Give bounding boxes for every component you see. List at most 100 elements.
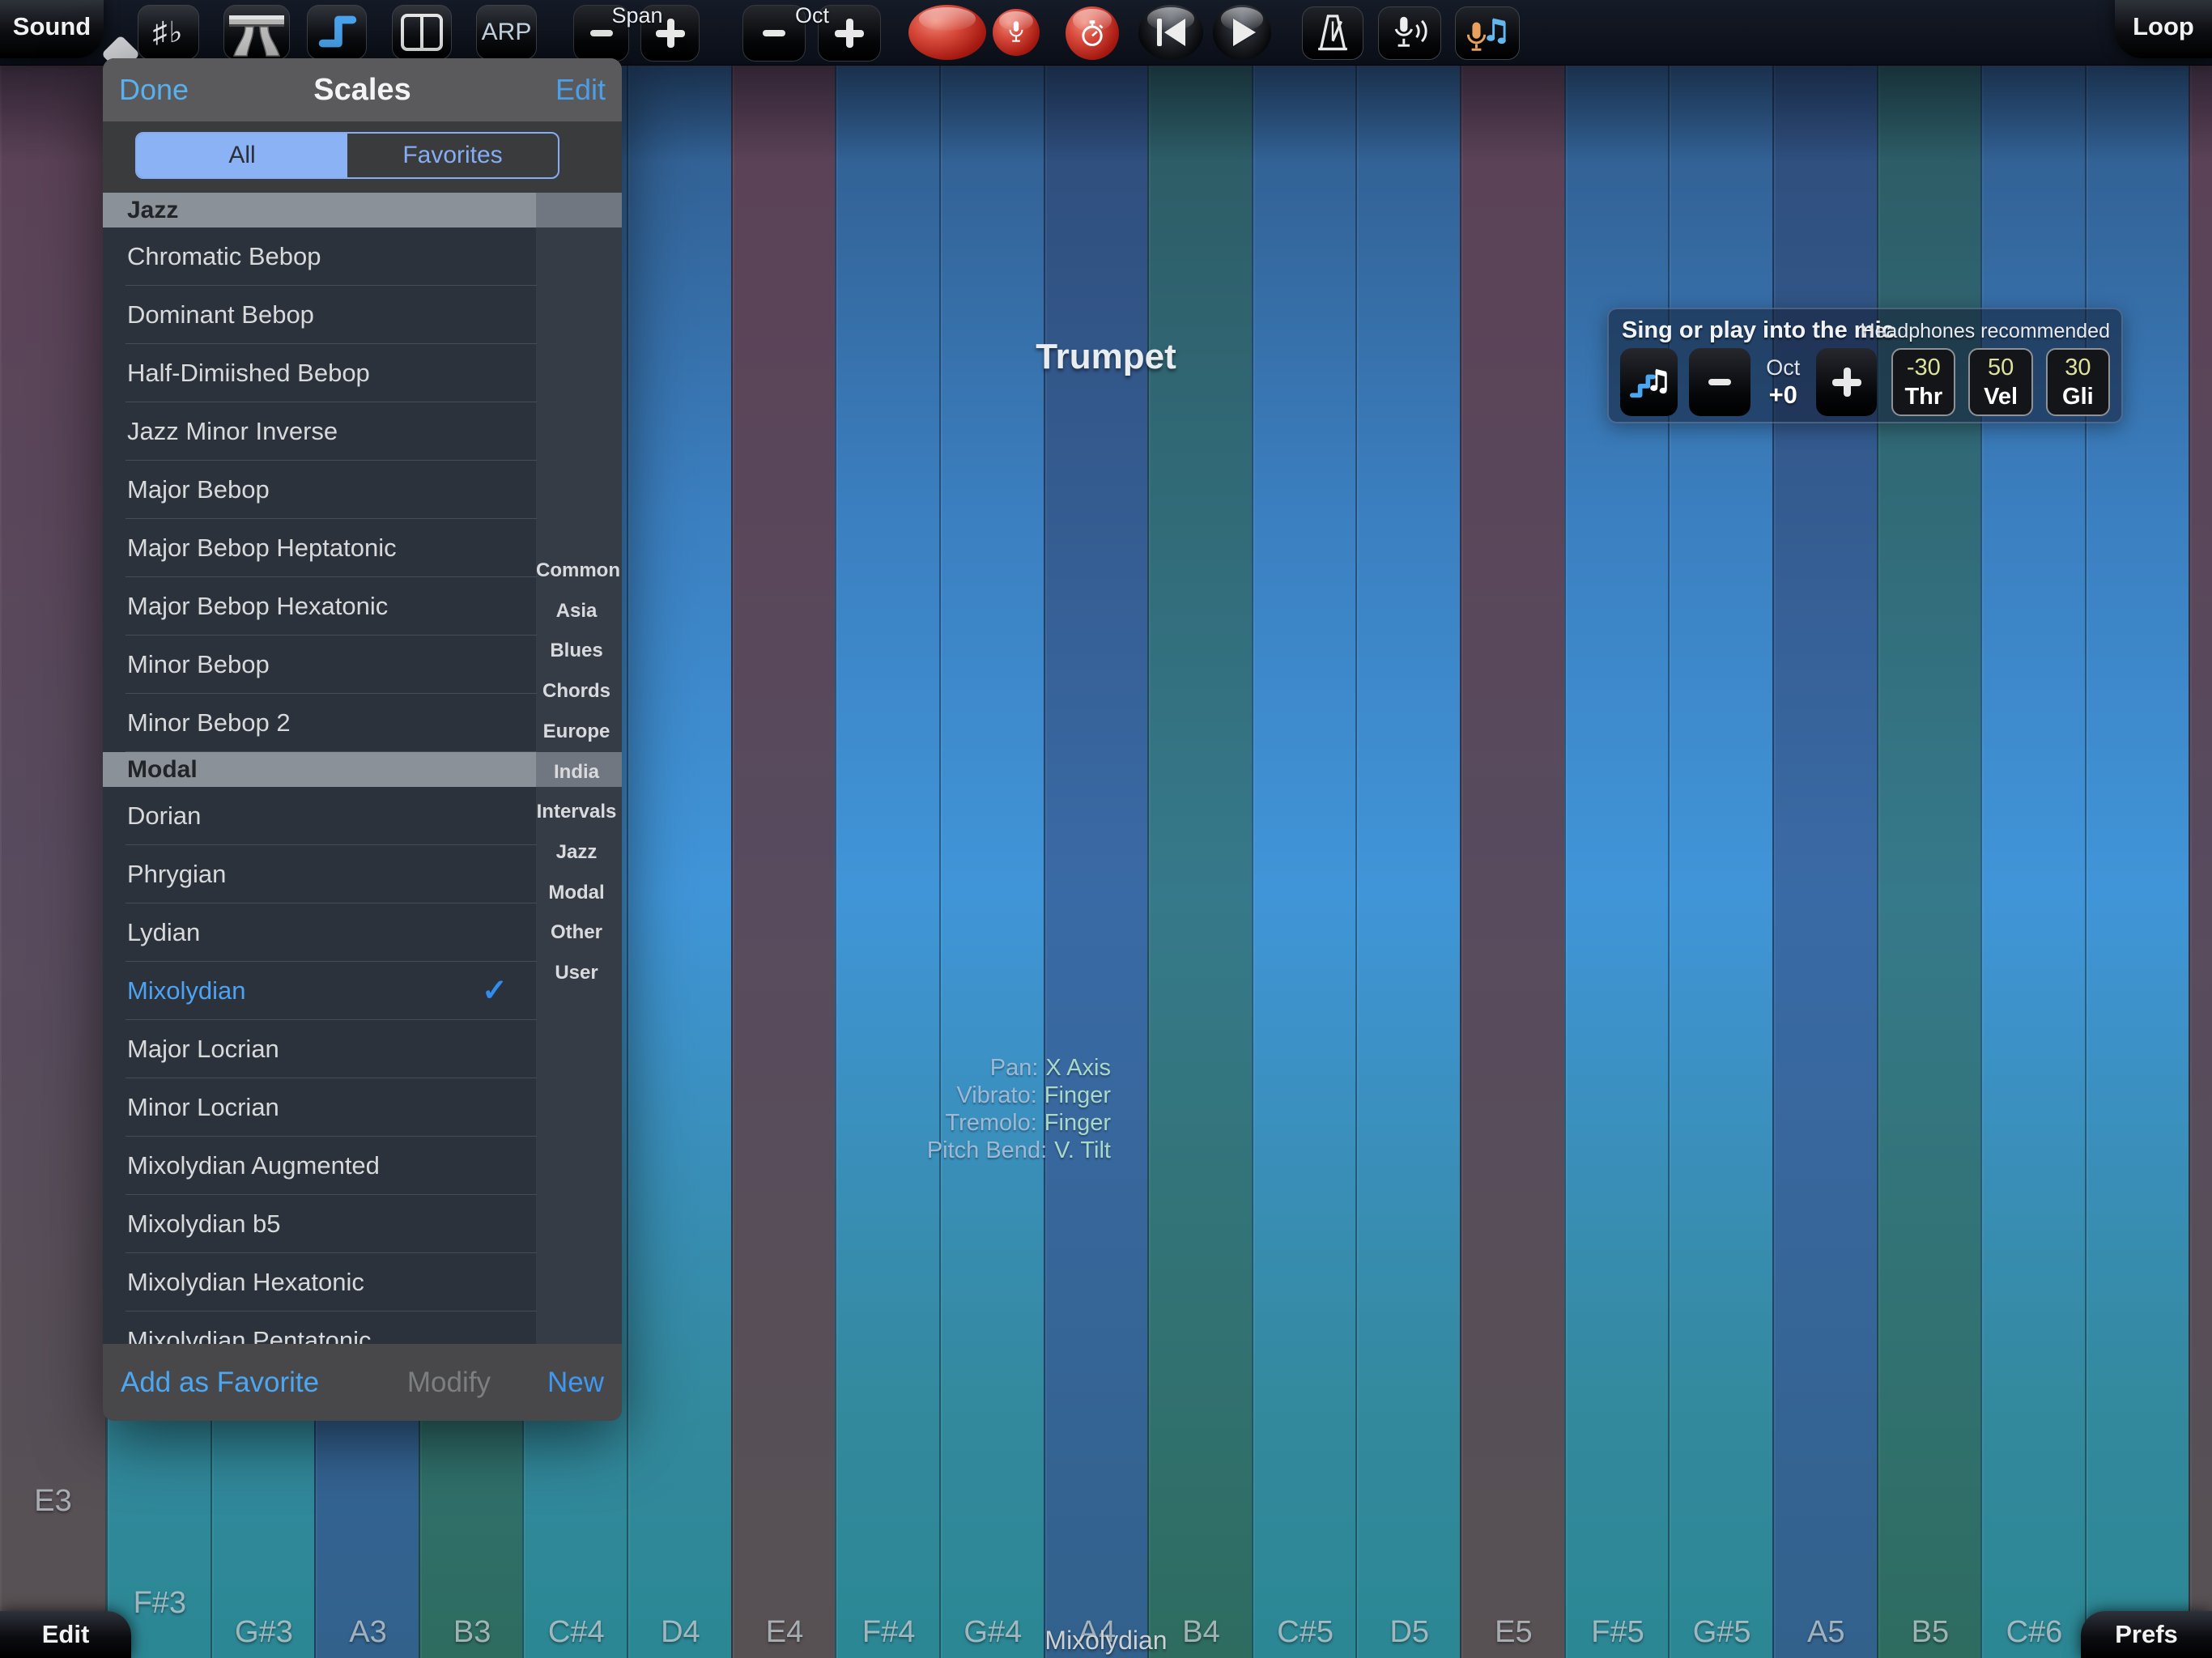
index-item-asia[interactable]: Asia — [536, 600, 617, 623]
note-stripe-G#4[interactable]: G#4 — [939, 65, 1045, 1658]
note-stripe-D5[interactable]: D5 — [1355, 65, 1461, 1658]
mic-record-button[interactable] — [993, 9, 1040, 56]
index-item-common[interactable]: Common — [536, 559, 617, 582]
plus-icon — [1832, 368, 1861, 397]
index-item-intervals[interactable]: Intervals — [536, 801, 617, 823]
metronome-button[interactable] — [1302, 6, 1363, 60]
scale-name: Dorian — [127, 787, 201, 845]
tab-all[interactable]: All — [137, 134, 347, 177]
note-stripe-B4[interactable]: B4 — [1147, 65, 1253, 1658]
edit-button[interactable]: Edit — [555, 58, 606, 121]
note-stripe-F#4[interactable]: F#4 — [835, 65, 941, 1658]
note-name-label: C#6 — [1982, 1615, 2087, 1650]
note-name-label: F#3 — [108, 1586, 212, 1621]
note-name-label: B5 — [1878, 1615, 1983, 1650]
assignment-label: Tremolo: — [802, 1109, 1037, 1137]
assignment-value: V. Tilt — [1054, 1137, 1111, 1164]
record-button[interactable] — [908, 5, 986, 60]
top-toolbar: ♯♭ ARP Span Oct — [0, 0, 2212, 66]
play-icon — [1233, 19, 1256, 46]
mic-octave-decrease-button[interactable] — [1689, 348, 1750, 416]
loop-tab-button[interactable]: Loop — [2115, 0, 2212, 58]
play-button[interactable] — [1213, 5, 1271, 60]
note-stripe-F#5[interactable]: F#5 — [1564, 65, 1670, 1658]
mic-monitor-button[interactable] — [1378, 6, 1441, 60]
oct-value: +0 — [1757, 380, 1810, 410]
mic-param-gli-button[interactable]: 30Gli — [2046, 348, 2110, 416]
index-item-chords[interactable]: Chords — [536, 680, 617, 703]
oct-group-label: Oct — [768, 3, 857, 28]
span-group-label: Span — [593, 3, 682, 28]
index-item-india[interactable]: India — [536, 761, 617, 784]
note-stripe-D6[interactable]: D6 — [2085, 65, 2191, 1658]
loop-label: Loop — [2133, 12, 2194, 40]
oct-label: Oct — [1757, 355, 1810, 380]
scale-name: Major Bebop Hexatonic — [127, 577, 388, 636]
note-name-label: D4 — [628, 1615, 733, 1650]
mic-notes-icon — [1464, 11, 1511, 55]
note-name-label: E3 — [0, 1484, 106, 1519]
note-stripe-E4[interactable]: E4 — [731, 65, 837, 1658]
timer-button[interactable] — [1066, 6, 1119, 60]
assignment-row: Tremolo:Finger — [802, 1109, 1111, 1137]
pitch-detect-toggle[interactable] — [1620, 348, 1678, 416]
sound-label: Sound — [13, 12, 91, 40]
scales-title: Scales — [103, 58, 622, 121]
index-item-europe[interactable]: Europe — [536, 721, 617, 743]
index-item-user[interactable]: User — [536, 962, 617, 984]
mic-octave-increase-button[interactable] — [1816, 348, 1877, 416]
pitch-steps-notes-icon — [1628, 360, 1670, 404]
scales-footer: Add as Favorite Modify New — [103, 1344, 622, 1421]
note-stripe-G#5[interactable]: G#5 — [1668, 65, 1774, 1658]
note-stripe-D4[interactable]: D4 — [627, 65, 733, 1658]
assignment-label: Vibrato: — [802, 1082, 1037, 1109]
param-value: 30 — [2065, 353, 2091, 382]
modify-button[interactable]: Modify — [407, 1344, 491, 1421]
note-name-label: A3 — [316, 1615, 420, 1650]
mic-param-vel-button[interactable]: 50Vel — [1968, 348, 2032, 416]
index-item-other[interactable]: Other — [536, 921, 617, 944]
accidentals-button[interactable]: ♯♭ — [138, 5, 199, 60]
scale-name: Minor Locrian — [127, 1078, 279, 1137]
edit-tab-button[interactable]: Edit — [0, 1611, 131, 1658]
scale-name: Dominant Bebop — [127, 286, 314, 344]
pitch-step-button[interactable] — [307, 5, 367, 60]
param-label: Vel — [1984, 382, 2018, 411]
instrument-photo-icon — [226, 7, 287, 57]
new-button[interactable]: New — [547, 1344, 604, 1421]
assignment-value: X Axis — [1045, 1054, 1111, 1082]
columns-icon — [401, 14, 443, 51]
arp-label: ARP — [482, 19, 532, 46]
tab-favorites[interactable]: Favorites — [347, 134, 558, 177]
section-index[interactable]: Common Asia Blues Chords Europe India Interval… — [536, 193, 622, 1344]
stopwatch-icon — [1075, 15, 1109, 51]
note-stripe-C#5[interactable]: C#5 — [1252, 65, 1358, 1658]
layout-columns-button[interactable] — [392, 5, 452, 60]
scale-name: Mixolydian Hexatonic — [127, 1253, 364, 1312]
param-value: -30 — [1907, 353, 1941, 382]
scales-filter-tabs: All Favorites — [135, 132, 559, 179]
skip-to-start-button[interactable] — [1138, 5, 1203, 60]
instrument-image-button[interactable] — [223, 5, 290, 60]
index-item-jazz[interactable]: Jazz — [536, 841, 617, 864]
index-item-blues[interactable]: Blues — [536, 640, 617, 662]
note-stripe-A5[interactable]: A5 — [1772, 65, 1878, 1658]
mic-panel-subtitle: Headphones recommended — [1860, 320, 2110, 343]
pitch-to-note-button[interactable] — [1455, 6, 1520, 60]
sound-tab-button[interactable]: Sound — [0, 0, 104, 58]
note-stripe-A4[interactable]: A4 — [1044, 65, 1150, 1658]
note-stripe-E6[interactable] — [2189, 65, 2212, 1658]
param-label: Gli — [2062, 382, 2094, 411]
add-as-favorite-button[interactable]: Add as Favorite — [121, 1344, 319, 1421]
index-item-modal[interactable]: Modal — [536, 882, 617, 904]
note-name-label: B3 — [420, 1615, 525, 1650]
arpeggiator-button[interactable]: ARP — [476, 5, 537, 60]
edit-label: Edit — [42, 1620, 90, 1648]
note-stripe-B5[interactable]: B5 — [1877, 65, 1983, 1658]
note-stripe-C#6[interactable]: C#6 — [1980, 65, 2087, 1658]
note-stripe-E5[interactable]: E5 — [1460, 65, 1566, 1658]
prefs-tab-button[interactable]: Prefs — [2081, 1611, 2212, 1658]
assignment-label: Pan: — [802, 1054, 1038, 1082]
note-stripe-E3[interactable]: E3 — [0, 65, 106, 1658]
mic-param-thr-button[interactable]: -30Thr — [1891, 348, 1955, 416]
